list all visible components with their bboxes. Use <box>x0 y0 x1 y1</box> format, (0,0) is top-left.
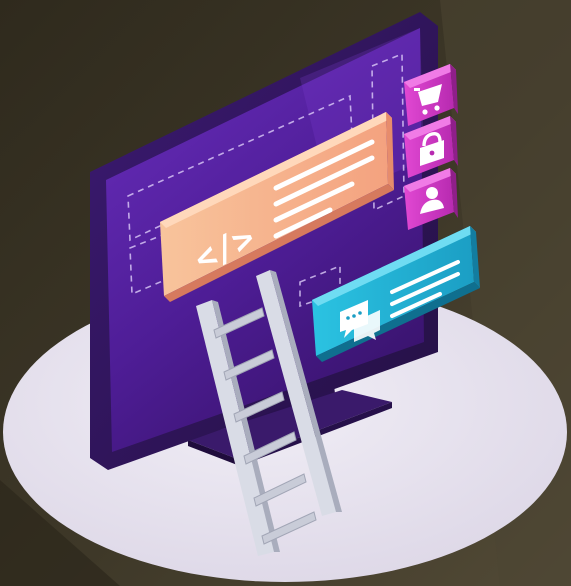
web-development-illustration: </> <box>0 0 571 586</box>
